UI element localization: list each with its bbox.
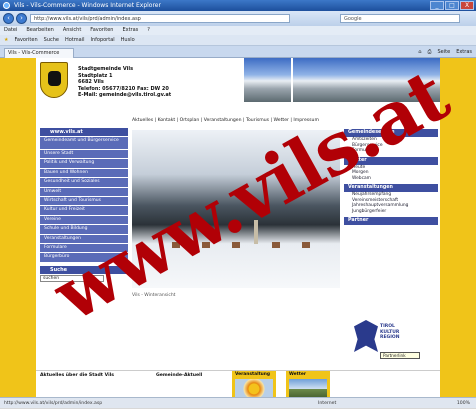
favorites-bar: ★ Favoriten Suche Hotmail Infoportal Hus…	[0, 35, 476, 46]
right-link[interactable]: Formulare	[344, 148, 438, 154]
weather-image	[289, 379, 327, 397]
back-icon[interactable]: ‹	[3, 13, 14, 24]
search-heading: Suche	[40, 265, 128, 274]
link-tooltip: Partnerlink	[380, 352, 420, 359]
tab-bar: Vils - Vils-Commerce ⌂ ⎙ Seite Extras	[0, 46, 476, 58]
partner-logo-text: TIROL KULTUR REGION	[380, 324, 400, 341]
window-controls: _ □ X	[430, 1, 474, 10]
status-url: http://www.vils.at/vils/prd/admin/index.…	[4, 401, 103, 406]
page-viewport: Stadtgemeinde Vils Stadtplatz 1 6682 Vil…	[0, 52, 476, 398]
photo-caption: Vils - Winteransicht	[132, 293, 176, 298]
bottom-left-label[interactable]: Aktuelles über die Stadt Vils	[40, 373, 114, 378]
menu-extras[interactable]: Extras	[122, 26, 138, 35]
sidebar-item[interactable]: Gemeindeamt und Bürgerservice	[40, 137, 128, 149]
municipality-address: Stadtgemeinde Vils Stadtplatz 1 6682 Vil…	[78, 66, 171, 99]
window-title-bar: Vils - Vils-Commerce - Windows Internet …	[0, 0, 476, 11]
right-column: Gemeindeservice Amtszeiten Bürgerservice…	[344, 126, 438, 225]
fav-item[interactable]: Hotmail	[65, 35, 85, 45]
header-separator	[36, 102, 440, 106]
favorites-star-icon[interactable]: ★	[4, 35, 8, 45]
sidebar-item[interactable]: Bauen und Wohnen	[40, 168, 128, 178]
menu-bearbeiten[interactable]: Bearbeiten	[26, 26, 53, 35]
address-input[interactable]: http://www.vils.at/vils/prd/admin/index.…	[30, 14, 290, 23]
forward-icon[interactable]: ›	[16, 13, 27, 24]
photo-church-tower	[254, 220, 258, 244]
partner-logo-line: REGION	[380, 335, 400, 340]
sidebar-item[interactable]: Kultur und Freizeit	[40, 206, 128, 215]
thumb-box[interactable]: Wetter	[286, 371, 330, 398]
sidebar: www.vils.at Gemeindeamt und Bürgerservic…	[40, 128, 128, 282]
fav-item[interactable]: Suche	[44, 35, 59, 45]
address-line: E-Mail: gemeinde@vils.tirol.gv.at	[78, 92, 172, 98]
menu-favoriten[interactable]: Favoriten	[90, 26, 113, 35]
thumb-box[interactable]: Veranstaltung	[232, 371, 276, 398]
fav-item[interactable]: Favoriten	[14, 35, 37, 45]
partner-logo[interactable]: TIROL KULTUR REGION	[354, 320, 412, 356]
sidebar-item[interactable]: Veranstaltungen	[40, 234, 128, 243]
top-navigation[interactable]: Aktuelles | Kontakt | Ortsplan | Veranst…	[132, 116, 442, 125]
tools-menu[interactable]: Extras	[456, 48, 472, 57]
photo-house	[272, 242, 280, 248]
sunflower-image	[235, 379, 273, 397]
search-input[interactable]: Google	[340, 14, 460, 23]
bottom-mid-label[interactable]: Gemeinde-Aktuell	[156, 373, 202, 378]
close-button[interactable]: X	[460, 1, 474, 10]
status-bar: http://www.vils.at/vils/prd/admin/index.…	[0, 397, 476, 408]
sidebar-item[interactable]: Wirtschaft und Tourismus	[40, 196, 128, 206]
fav-item[interactable]: Infoportal	[90, 35, 114, 45]
sidebar-item[interactable]: Gesundheit und Soziales	[40, 178, 128, 187]
maximize-button[interactable]: □	[445, 1, 459, 10]
menu-help[interactable]: ?	[147, 26, 150, 35]
fav-item[interactable]: Huslo	[121, 35, 135, 45]
zoom-level[interactable]: 100%	[457, 398, 470, 409]
header-photo-divider	[291, 58, 293, 102]
photo-house	[202, 242, 210, 248]
address-toolbar: ‹ › http://www.vils.at/vils/prd/admin/in…	[0, 11, 476, 26]
photo-house	[302, 242, 310, 248]
status-zone: Internet	[318, 401, 337, 406]
thumb-label: Veranstaltung	[235, 372, 271, 377]
right-link[interactable]: Webcam	[344, 176, 438, 182]
command-bar: ⌂ ⎙ Seite Extras	[418, 48, 472, 57]
sidebar-item[interactable]: Umwelt	[40, 187, 128, 196]
coat-of-arms-logo[interactable]	[40, 62, 68, 98]
right-heading: Gemeindeservice	[344, 129, 438, 137]
right-heading: Wetter	[344, 156, 438, 165]
photo-house	[172, 242, 180, 248]
photo-house	[232, 242, 240, 248]
right-heading: Veranstaltungen	[344, 184, 438, 192]
window-title: Vils - Vils-Commerce - Windows Internet …	[14, 2, 161, 9]
bottom-strip: Aktuelles über die Stadt Vils Gemeinde-A…	[36, 370, 440, 398]
header-mountain-photo	[244, 58, 440, 102]
print-icon[interactable]: ⎙	[427, 48, 431, 57]
main-village-photo	[132, 130, 340, 288]
tab-vils[interactable]: Vils - Vils-Commerce	[4, 48, 74, 58]
page-menu[interactable]: Seite	[438, 48, 451, 57]
sidebar-item[interactable]: Unsere Stadt	[40, 150, 128, 159]
minimize-button[interactable]: _	[430, 1, 444, 10]
sidebar-item[interactable]: Politik und Verwaltung	[40, 159, 128, 168]
menu-bar: Datei Bearbeiten Ansicht Favoriten Extra…	[0, 26, 476, 35]
home-icon[interactable]: ⌂	[418, 48, 421, 57]
browser-icon	[3, 2, 10, 9]
menu-ansicht[interactable]: Ansicht	[63, 26, 81, 35]
eagle-icon	[354, 320, 378, 352]
sidebar-heading: www.vils.at	[40, 128, 128, 136]
sidebar-item[interactable]: Formulare	[40, 243, 128, 253]
right-heading: Partner	[344, 217, 438, 225]
web-page: Stadtgemeinde Vils Stadtplatz 1 6682 Vil…	[36, 58, 442, 398]
thumb-label: Wetter	[289, 372, 307, 377]
right-link[interactable]: Jungbürgerfeier	[344, 209, 438, 215]
sidebar-item[interactable]: Vereine	[40, 215, 128, 225]
menu-datei[interactable]: Datei	[4, 26, 17, 35]
sidebar-item[interactable]: Bürgerbüro	[40, 253, 128, 262]
sidebar-item[interactable]: Schule und Bildung	[40, 225, 128, 234]
site-search-input[interactable]: suchen	[40, 274, 104, 282]
